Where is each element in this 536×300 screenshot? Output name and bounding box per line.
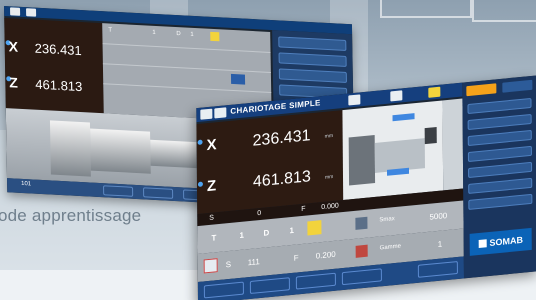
gamme-label: Gamme — [379, 243, 402, 252]
z-axis-label: Z — [206, 177, 217, 196]
smax-value: 5000 — [429, 211, 448, 222]
softkey[interactable] — [295, 272, 336, 290]
control-button[interactable] — [467, 97, 532, 115]
diameter-field[interactable] — [392, 113, 415, 122]
x-axis-value: 236.431 — [252, 127, 311, 150]
cutting-tool — [424, 127, 437, 145]
chuck — [348, 134, 376, 186]
brand-logo: SOMAB — [469, 227, 532, 256]
tool-icon[interactable] — [307, 220, 322, 236]
gamme-value: 1 — [437, 239, 443, 249]
shaft-segment — [90, 128, 151, 174]
home-icon[interactable] — [200, 108, 213, 120]
shaft-segment — [49, 120, 91, 177]
softkey[interactable] — [143, 187, 174, 199]
z-axis-value: 461.813 — [252, 168, 311, 191]
field-highlight[interactable] — [230, 73, 246, 85]
length-field[interactable] — [386, 167, 410, 176]
control-button[interactable] — [467, 145, 532, 163]
bottom-value: 101 — [21, 180, 32, 188]
x-axis-label: X — [206, 136, 217, 155]
control-panel: SOMAB — [462, 75, 536, 279]
control-button[interactable] — [468, 193, 533, 210]
coordinate-display: X 236.431 mm Z 461.813 mm — [196, 110, 344, 215]
t-value: 1 — [239, 230, 244, 241]
softkey[interactable] — [341, 268, 382, 286]
origin-icon — [197, 139, 203, 146]
control-button[interactable] — [278, 68, 347, 84]
edit-icon[interactable] — [428, 86, 441, 98]
z-axis-unit: mm — [324, 173, 334, 181]
softkey[interactable] — [417, 260, 458, 278]
softkey[interactable] — [203, 281, 244, 299]
mode-tab-active[interactable] — [466, 83, 497, 97]
control-button[interactable] — [468, 177, 533, 194]
param-cell: T — [108, 27, 113, 34]
menu-icon[interactable] — [26, 8, 37, 17]
program-icon[interactable] — [390, 90, 403, 102]
control-button[interactable] — [467, 113, 532, 131]
logo-mark-icon — [478, 239, 487, 249]
control-button[interactable] — [468, 161, 533, 179]
d-value: 1 — [289, 225, 294, 236]
f-value: 0.000 — [321, 202, 339, 212]
control-button[interactable] — [278, 36, 347, 51]
mode-tab[interactable] — [502, 79, 533, 93]
x-axis-label: X — [8, 38, 19, 55]
s-label: S — [209, 214, 214, 222]
f-label: F — [301, 205, 306, 214]
home-icon[interactable] — [10, 7, 21, 16]
window-frame — [380, 0, 472, 18]
x-axis-value: 236.431 — [34, 40, 82, 59]
s-value: 111 — [247, 257, 260, 268]
z-axis-label: Z — [9, 74, 19, 91]
spindle-icon[interactable] — [203, 258, 218, 274]
window-frame — [472, 0, 536, 22]
origin-icon — [197, 181, 203, 187]
f-label: F — [293, 253, 299, 263]
param-cell: D — [176, 31, 181, 38]
s-value: 0 — [257, 209, 262, 218]
control-button[interactable] — [278, 52, 347, 67]
range-icon[interactable] — [355, 244, 368, 258]
softkey[interactable] — [249, 277, 290, 295]
x-axis-unit: mm — [324, 133, 334, 140]
control-button[interactable] — [467, 129, 532, 147]
mode-caption: ode apprentissage — [0, 206, 142, 225]
side-panel — [442, 98, 464, 191]
save-icon[interactable] — [348, 94, 361, 106]
f-value: 0.200 — [315, 249, 336, 261]
t-label: T — [211, 233, 217, 243]
param-cell: 1 — [190, 31, 194, 38]
param-cell: 1 — [152, 29, 156, 36]
softkey[interactable] — [103, 185, 134, 197]
coordinate-display: X 236.431 Z 461.813 — [4, 18, 104, 114]
menu-icon[interactable] — [214, 107, 227, 119]
toolpath-sketch — [342, 100, 444, 201]
front-screen: CHARIOTAGE SIMPLE X 236.431 mm Z 461.813… — [196, 75, 536, 300]
brand-name: SOMAB — [489, 234, 523, 248]
d-label: D — [263, 228, 270, 238]
tool-icon[interactable] — [210, 31, 220, 42]
settings-icon[interactable] — [355, 216, 368, 230]
smax-label: Smax — [379, 216, 395, 224]
s-label: S — [225, 259, 232, 270]
z-axis-value: 461.813 — [35, 76, 83, 95]
